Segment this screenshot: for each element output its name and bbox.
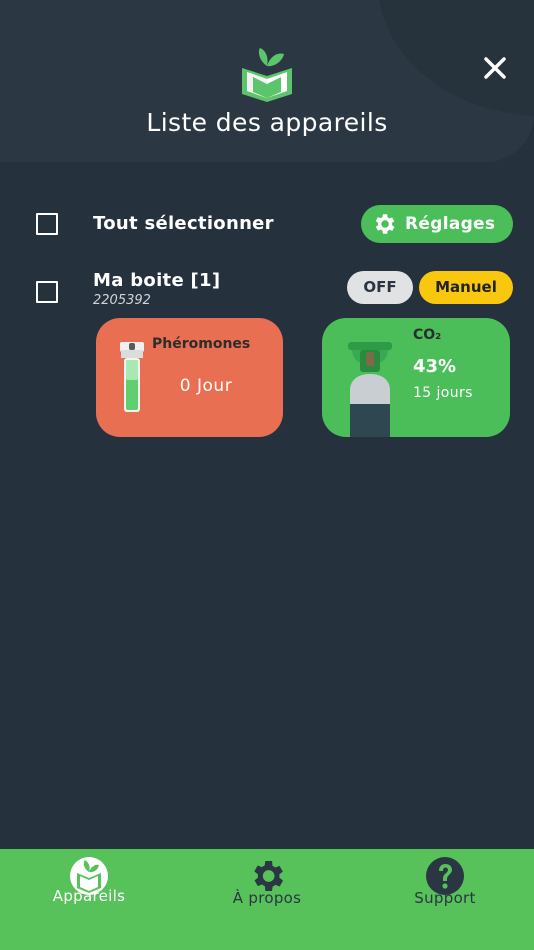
header: Liste des appareils xyxy=(0,0,534,162)
bottom-nav: Appareils À propos Support xyxy=(0,849,534,950)
co2-title: CO₂ xyxy=(413,327,442,343)
gear-icon xyxy=(375,214,395,234)
select-all-checkbox[interactable] xyxy=(36,213,58,235)
off-button[interactable]: OFF xyxy=(347,271,413,304)
header-decoration xyxy=(378,0,534,116)
settings-button[interactable]: Réglages xyxy=(361,205,513,243)
nav-item-appareils[interactable]: Appareils xyxy=(0,849,178,950)
manual-mode-button[interactable]: Manuel xyxy=(419,271,513,304)
page-title: Liste des appareils xyxy=(146,108,388,137)
pheromones-card[interactable]: Phéromones 0 Jour xyxy=(96,318,283,437)
settings-button-label: Réglages xyxy=(405,214,496,234)
book-leaf-logo-icon xyxy=(242,48,292,102)
device-id: 2205392 xyxy=(93,293,151,308)
nav-label-appareils: Appareils xyxy=(52,887,126,905)
gas-bottle-icon xyxy=(348,342,392,437)
pheromones-value: 0 Jour xyxy=(179,376,233,396)
co2-percent: 43% xyxy=(413,356,457,377)
co2-days: 15 jours xyxy=(413,385,473,401)
device-name[interactable]: Ma boite [1] xyxy=(93,270,220,291)
select-all-label[interactable]: Tout sélectionner xyxy=(93,213,274,234)
nav-label-support: Support xyxy=(414,889,476,907)
nav-item-support[interactable]: Support xyxy=(356,849,534,950)
nav-label-a-propos: À propos xyxy=(232,889,302,907)
nav-item-a-propos[interactable]: À propos xyxy=(178,849,356,950)
device-checkbox[interactable] xyxy=(36,281,58,303)
co2-card[interactable]: CO₂ 43% 15 jours xyxy=(322,318,510,437)
pheromones-title: Phéromones xyxy=(152,336,251,352)
close-icon[interactable] xyxy=(480,53,510,83)
